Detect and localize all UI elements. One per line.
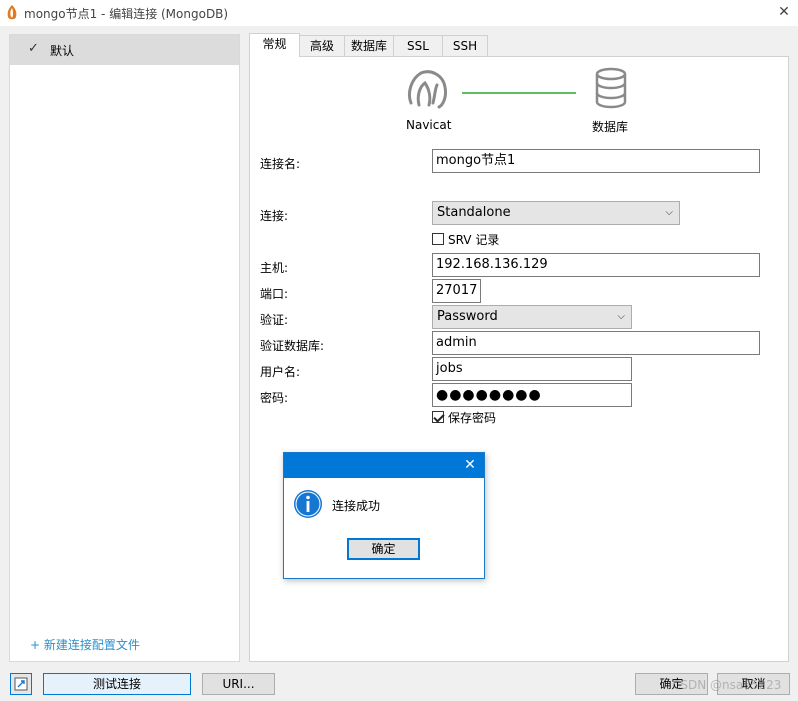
tab-ssh[interactable]: SSH [442, 35, 488, 57]
connection-type-value: Standalone [437, 205, 511, 220]
external-link-icon [14, 677, 28, 691]
database-icon [595, 67, 627, 109]
host-label: 主机: [260, 261, 289, 275]
auth-method-value: Password [437, 309, 498, 324]
open-link-button[interactable] [10, 673, 32, 695]
profile-list-panel: ✓ 默认 + 新建连接配置文件 [9, 34, 240, 662]
save-password-label: 保存密码 [448, 411, 497, 425]
password-label: 密码: [260, 391, 289, 405]
dialog-message: 连接成功 [332, 499, 381, 513]
port-input[interactable]: 27017 [432, 279, 481, 303]
port-label: 端口: [260, 287, 289, 301]
chevron-down-icon: ⌵ [617, 311, 625, 322]
connection-line [462, 92, 576, 94]
tab-ssl[interactable]: SSL [393, 35, 443, 57]
navicat-logo-icon [7, 5, 17, 20]
srv-record-label: SRV 记录 [448, 233, 500, 247]
tab-advanced[interactable]: 高级 [299, 35, 345, 57]
window-close-icon[interactable]: ✕ [774, 2, 794, 22]
connection-name-label: 连接名: [260, 157, 301, 171]
auth-database-label: 验证数据库: [260, 339, 325, 353]
dialog-close-icon[interactable]: ✕ [460, 455, 480, 475]
new-profile-link[interactable]: + 新建连接配置文件 [30, 636, 140, 653]
auth-database-input[interactable]: admin [432, 331, 760, 355]
database-label: 数据库 [592, 120, 629, 134]
window-title: mongo节点1 - 编辑连接 (MongoDB) [24, 7, 229, 21]
profile-item-default[interactable]: ✓ 默认 [10, 35, 239, 65]
username-input[interactable]: jobs [432, 357, 632, 381]
watermark: CSDN @nsa65223 [672, 678, 782, 692]
profile-item-label: 默认 [50, 44, 75, 58]
username-label: 用户名: [260, 365, 301, 379]
info-icon [294, 490, 322, 518]
navicat-app-icon [407, 70, 447, 109]
test-connection-button[interactable]: 测试连接 [43, 673, 191, 695]
save-password-checkbox[interactable] [432, 411, 444, 423]
connection-success-dialog: ✕ 连接成功 确定 [283, 452, 485, 579]
auth-method-select[interactable]: Password ⌵ [432, 305, 632, 329]
auth-label: 验证: [260, 313, 289, 327]
check-icon: ✓ [28, 41, 39, 56]
dialog-ok-button[interactable]: 确定 [347, 538, 420, 560]
dialog-title-bar: ✕ [284, 453, 484, 478]
srv-record-checkbox[interactable] [432, 233, 444, 245]
tab-database[interactable]: 数据库 [344, 35, 394, 57]
navicat-label: Navicat [406, 118, 452, 132]
host-input[interactable]: 192.168.136.129 [432, 253, 760, 277]
title-bar: mongo节点1 - 编辑连接 (MongoDB) ✕ [0, 0, 798, 26]
uri-button[interactable]: URI... [202, 673, 275, 695]
password-input[interactable]: ●●●●●●●● [432, 383, 632, 407]
chevron-down-icon: ⌵ [665, 207, 673, 218]
tab-general[interactable]: 常规 [249, 33, 300, 57]
connection-type-select[interactable]: Standalone ⌵ [432, 201, 680, 225]
connection-name-input[interactable]: mongo节点1 [432, 149, 760, 173]
connection-type-label: 连接: [260, 209, 289, 223]
dialog-body: 连接成功 确定 [284, 478, 484, 578]
